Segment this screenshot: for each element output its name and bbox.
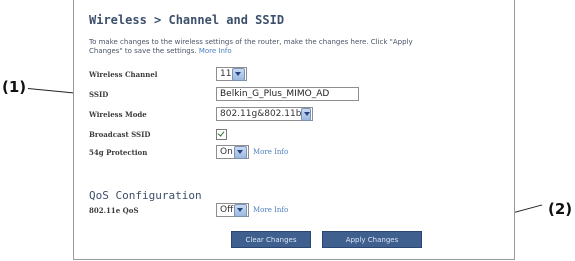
qos-value: Off [220, 205, 234, 215]
wireless-mode-value: 802.11g&802.11b [220, 109, 302, 119]
protection-54g-label: 54g Protection [89, 147, 148, 157]
chevron-down-icon [301, 107, 311, 121]
intro-line-2: Changes" to save the settings. [89, 47, 197, 55]
broadcast-ssid-checkbox[interactable] [216, 128, 227, 140]
wireless-channel-label: Wireless Channel [89, 69, 158, 79]
qos-more-info-link[interactable]: More Info [253, 206, 288, 214]
qos-label: 802.11e QoS [89, 205, 139, 215]
clear-changes-button[interactable]: Clear Changes [231, 231, 311, 248]
wireless-mode-select[interactable]: 802.11g&802.11b [216, 107, 313, 121]
ssid-label: SSID [89, 89, 109, 99]
breadcrumb: Wireless > Channel and SSID [89, 13, 285, 27]
wireless-channel-row: Wireless Channel 11 [89, 66, 247, 82]
chevron-down-icon [232, 67, 245, 81]
broadcast-ssid-label: Broadcast SSID [89, 129, 151, 139]
protection-54g-value: On [220, 147, 233, 157]
router-settings-panel: Wireless > Channel and SSID To make chan… [73, 0, 515, 260]
qos-section-title: QoS Configuration [89, 189, 202, 202]
protection-54g-select[interactable]: On [216, 145, 249, 159]
apply-changes-button[interactable]: Apply Changes [322, 231, 422, 248]
wireless-channel-value: 11 [220, 69, 232, 79]
wireless-mode-row: Wireless Mode 802.11g&802.11b [89, 106, 313, 122]
protection-54g-more-info-link[interactable]: More Info [253, 148, 288, 156]
qos-select[interactable]: Off [216, 203, 249, 217]
ssid-input[interactable]: Belkin_G_Plus_MIMO_AD [216, 87, 359, 101]
ssid-row: SSID Belkin_G_Plus_MIMO_AD [89, 86, 359, 102]
wireless-channel-select[interactable]: 11 [216, 67, 247, 81]
qos-row: 802.11e QoS Off More Info [89, 202, 288, 218]
intro-text: To make changes to the wireless settings… [89, 38, 514, 56]
chevron-down-icon [234, 203, 247, 217]
intro-line-1: To make changes to the wireless settings… [89, 38, 413, 46]
protection-54g-row: 54g Protection On More Info [89, 144, 288, 160]
callout-2: (2) [548, 200, 573, 218]
callout-1: (1) [2, 78, 27, 96]
wireless-mode-label: Wireless Mode [89, 109, 147, 119]
intro-more-info-link[interactable]: More Info [199, 47, 232, 55]
chevron-down-icon [234, 145, 247, 159]
broadcast-ssid-row: Broadcast SSID [89, 126, 227, 142]
